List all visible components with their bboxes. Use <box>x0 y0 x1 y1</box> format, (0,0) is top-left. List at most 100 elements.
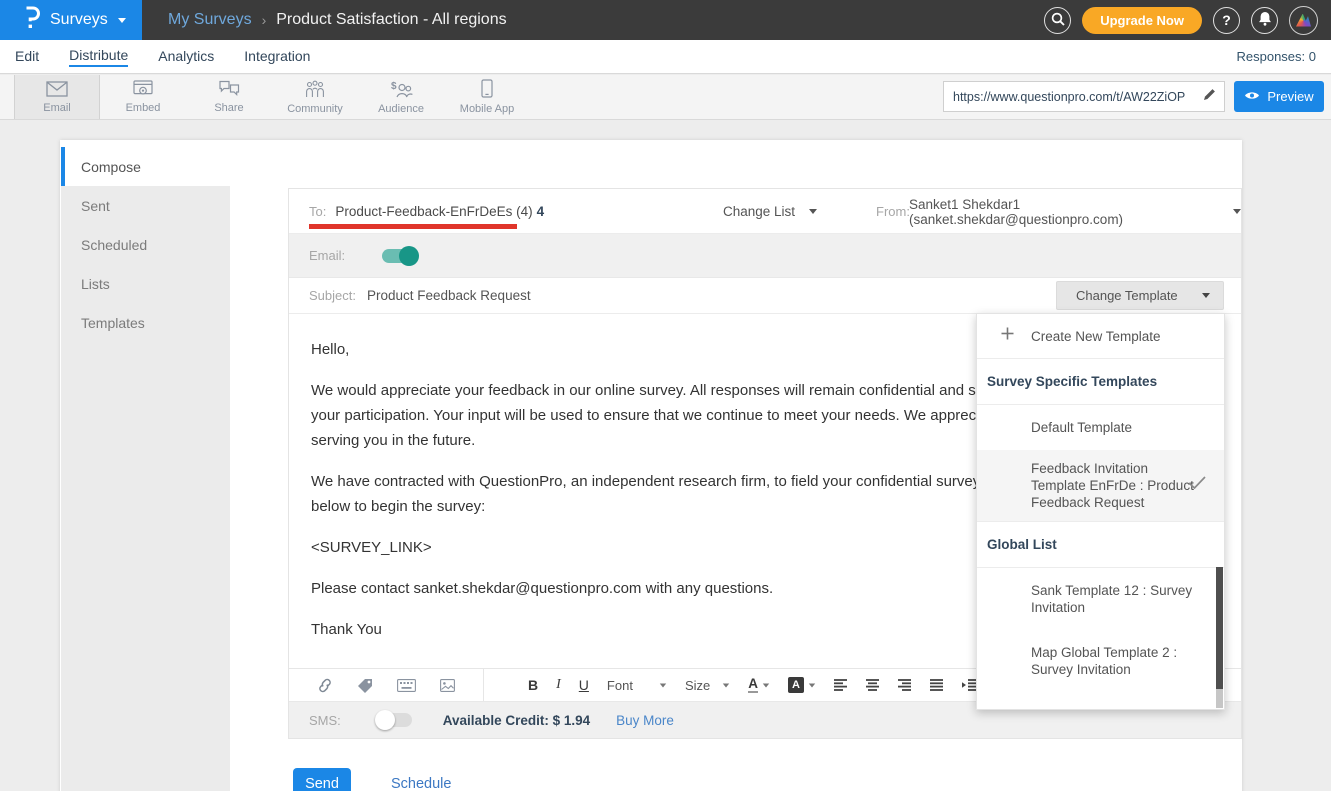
envelope-icon <box>46 81 68 100</box>
sidebar-item-scheduled[interactable]: Scheduled <box>61 225 230 264</box>
survey-url-input[interactable] <box>944 90 1195 104</box>
menu-item-sank-template-12[interactable]: Sank Template 12 : Survey Invitation <box>977 568 1224 630</box>
survey-url-field <box>943 81 1225 112</box>
account-avatar[interactable] <box>1289 6 1318 35</box>
underline-button[interactable]: U <box>579 677 589 693</box>
survey-section-tabs: Edit Distribute Analytics Integration Re… <box>0 40 1331 74</box>
menu-scrollbar-thumb[interactable] <box>1216 567 1223 689</box>
notifications-button[interactable] <box>1251 7 1278 34</box>
from-sender-dropdown[interactable]: Sanket1 Shekdar1 (sanket.shekdar@questio… <box>909 189 1241 234</box>
align-right-icon[interactable] <box>898 679 912 691</box>
create-new-template-item[interactable]: Create New Template <box>977 314 1224 359</box>
align-justify-icon[interactable] <box>930 679 944 691</box>
change-template-dropdown-button[interactable]: Change Template <box>1056 281 1224 310</box>
channel-share[interactable]: Share <box>186 75 272 119</box>
selected-template-label: Feedback Invitation Template EnFrDe : Pr… <box>1031 461 1194 510</box>
sidebar-item-label: Lists <box>81 276 110 292</box>
chevron-down-icon <box>1202 293 1210 298</box>
toggle-knob <box>375 710 395 730</box>
sidebar-item-label: Compose <box>81 159 141 175</box>
edit-url-pencil-icon[interactable] <box>1195 88 1224 106</box>
channel-community[interactable]: Community <box>272 75 358 119</box>
sidebar-item-label: Scheduled <box>81 237 147 253</box>
dollar-people-icon: $ <box>389 80 413 101</box>
menu-item-feedback-invitation-template[interactable]: Feedback Invitation Template EnFrDe : Pr… <box>977 450 1224 522</box>
chevron-down-icon <box>809 683 815 687</box>
breadcrumb-survey-title: Product Satisfaction - All regions <box>276 11 506 29</box>
channel-email[interactable]: Email <box>14 75 100 119</box>
channel-audience[interactable]: $ Audience <box>358 75 444 119</box>
insert-image-icon[interactable] <box>440 679 455 692</box>
change-template-label: Change Template <box>1076 288 1178 303</box>
to-list-name[interactable]: Product-Feedback-EnFrDeEs (4) <box>335 204 532 219</box>
change-list-dropdown[interactable]: Change List <box>723 189 817 234</box>
to-recipient-count: 4 <box>537 204 545 219</box>
sms-label: SMS: <box>309 713 341 728</box>
menu-item-test-global-test-g[interactable]: Test Global Test G : Test PAA G <box>977 692 1224 710</box>
indent-icon[interactable] <box>962 679 977 691</box>
insert-tools-group <box>289 669 484 701</box>
channel-label: Share <box>214 102 243 114</box>
format-tools-group: B I U Font Size A <box>484 669 1010 701</box>
merge-tag-icon[interactable] <box>357 678 373 693</box>
align-left-icon[interactable] <box>834 679 848 691</box>
channel-label: Mobile App <box>460 103 514 115</box>
sidebar-item-lists[interactable]: Lists <box>61 264 230 303</box>
highlight-color-button[interactable]: A <box>788 677 816 693</box>
font-family-select[interactable]: Font <box>607 678 667 693</box>
chevron-down-icon <box>763 683 769 687</box>
check-icon <box>1188 476 1206 493</box>
recipients-row: To: Product-Feedback-EnFrDeEs (4) 4 Chan… <box>289 189 1241 234</box>
search-icon <box>1051 12 1065 29</box>
chevron-down-icon <box>1233 209 1241 214</box>
search-button[interactable] <box>1044 7 1071 34</box>
tab-distribute[interactable]: Distribute <box>69 47 128 67</box>
chevron-down-icon <box>118 18 126 23</box>
preview-button[interactable]: Preview <box>1234 81 1324 112</box>
plus-icon <box>1001 327 1014 345</box>
upgrade-now-button[interactable]: Upgrade Now <box>1082 7 1202 34</box>
channel-mobile-app[interactable]: Mobile App <box>444 75 530 119</box>
menu-item-map-global-template-2[interactable]: Map Global Template 2 : Survey Invitatio… <box>977 630 1224 692</box>
subject-value[interactable]: Product Feedback Request <box>367 288 531 303</box>
schedule-link[interactable]: Schedule <box>391 776 451 791</box>
tab-integration[interactable]: Integration <box>244 48 310 66</box>
sms-toggle[interactable] <box>378 713 412 727</box>
from-sender-value: Sanket1 Shekdar1 (sanket.shekdar@questio… <box>909 197 1221 227</box>
avatar-logo-icon <box>1296 14 1311 27</box>
sidebar-item-templates[interactable]: Templates <box>61 303 230 342</box>
text-color-button[interactable]: A <box>748 677 770 693</box>
menu-scrollbar-track[interactable] <box>1216 689 1223 708</box>
insert-link-icon[interactable] <box>317 678 333 693</box>
sidebar-item-label: Sent <box>81 198 110 214</box>
align-center-icon[interactable] <box>866 679 880 691</box>
breadcrumb-my-surveys[interactable]: My Surveys <box>168 11 252 29</box>
breadcrumb-separator: › <box>262 12 267 28</box>
survey-specific-templates-header: Survey Specific Templates <box>977 359 1224 405</box>
channel-label: Community <box>287 103 343 115</box>
font-size-select[interactable]: Size <box>685 678 730 693</box>
email-label: Email: <box>309 248 345 263</box>
top-navigation-bar: Surveys My Surveys › Product Satisfactio… <box>0 0 1331 40</box>
italic-button[interactable]: I <box>556 677 561 693</box>
font-select-label: Font <box>607 678 633 693</box>
buy-more-link[interactable]: Buy More <box>616 713 674 728</box>
sidebar-item-compose[interactable]: Compose <box>61 147 230 186</box>
sidebar-item-sent[interactable]: Sent <box>61 186 230 225</box>
size-select-label: Size <box>685 678 710 693</box>
bold-button[interactable]: B <box>528 677 538 693</box>
surveys-product-menu[interactable]: Surveys <box>0 0 142 40</box>
sidebar-item-label: Templates <box>81 315 145 331</box>
tab-edit[interactable]: Edit <box>15 48 39 66</box>
chat-bubbles-icon <box>218 80 240 100</box>
email-toggle[interactable] <box>382 249 416 263</box>
keyboard-icon[interactable] <box>397 679 416 692</box>
svg-text:$: $ <box>391 81 397 92</box>
send-button[interactable]: Send <box>293 768 351 791</box>
global-list-header: Global List <box>977 522 1224 568</box>
channel-embed[interactable]: Embed <box>100 75 186 119</box>
menu-item-default-template[interactable]: Default Template <box>977 405 1224 450</box>
help-button[interactable]: ? <box>1213 7 1240 34</box>
bell-icon <box>1258 11 1272 29</box>
tab-analytics[interactable]: Analytics <box>158 48 214 66</box>
